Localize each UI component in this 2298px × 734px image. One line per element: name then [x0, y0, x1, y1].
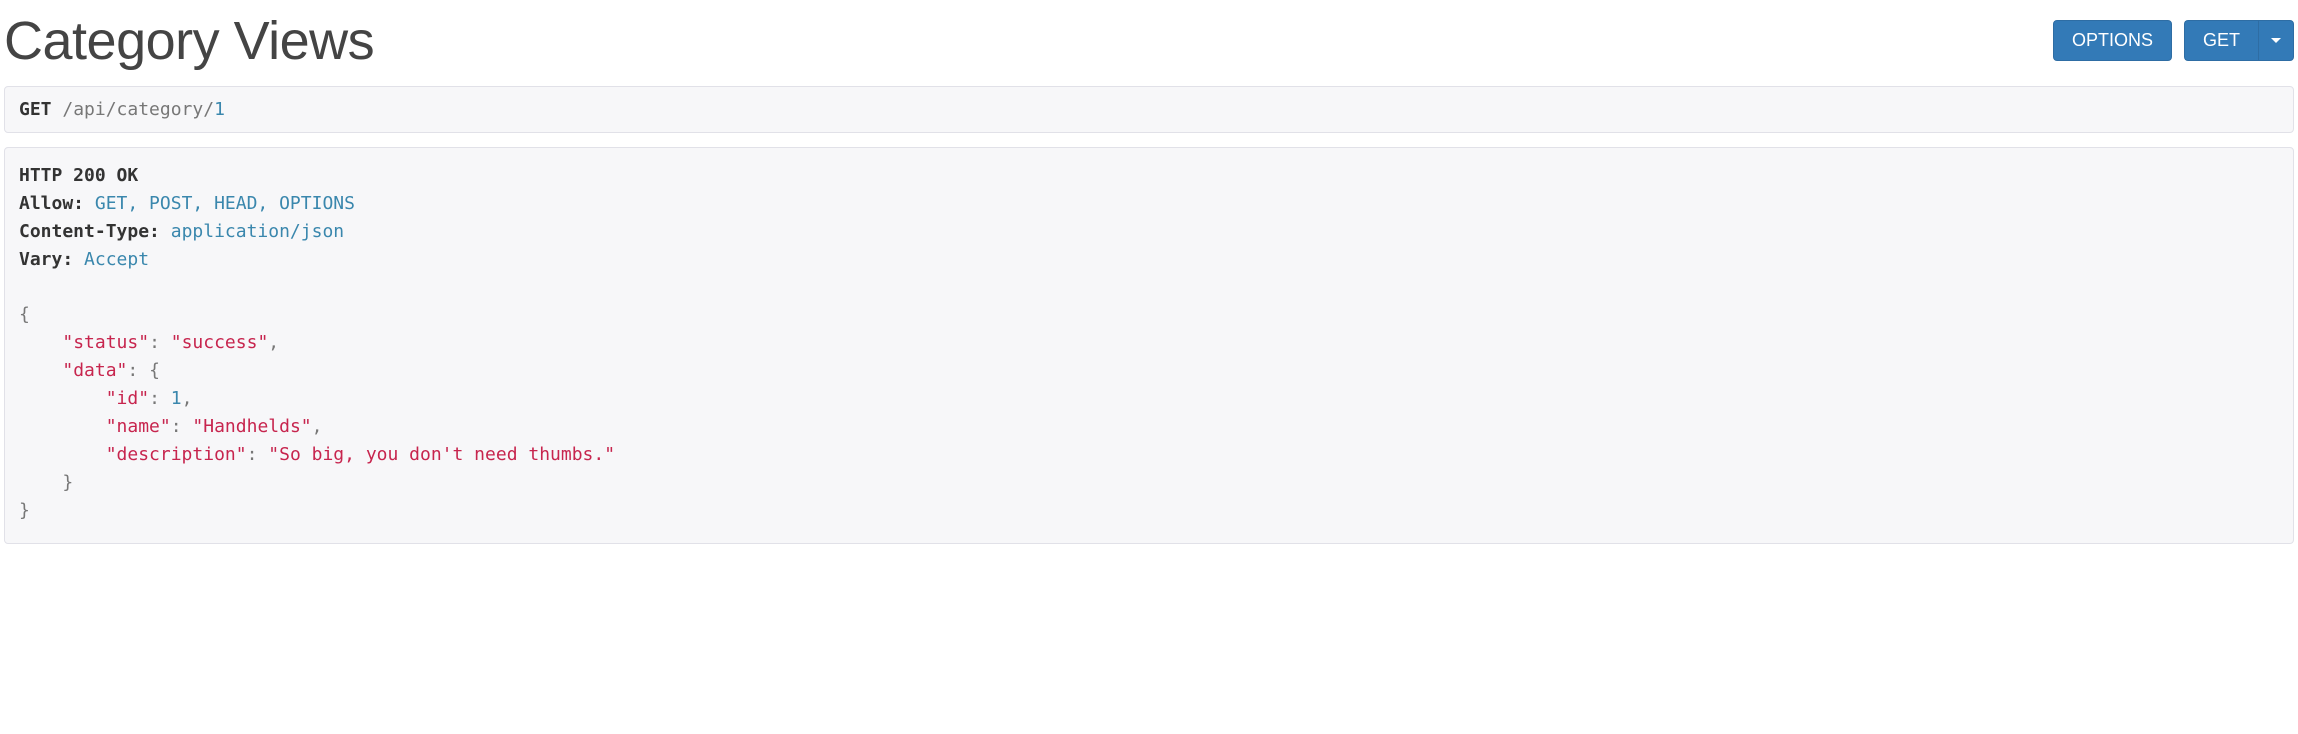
- json-data-key: "data": [62, 360, 127, 381]
- header-content-type-value: application/json: [160, 221, 344, 242]
- json-name-value: "Handhelds": [192, 416, 311, 437]
- request-path-prefix: /api/category/: [52, 99, 215, 120]
- json-id-key: "id": [106, 388, 149, 409]
- options-button[interactable]: OPTIONS: [2053, 20, 2172, 61]
- page-title: Category Views: [4, 10, 374, 72]
- header-vary-value: Accept: [73, 249, 149, 270]
- get-button[interactable]: GET: [2184, 20, 2258, 61]
- response-status-line: HTTP 200 OK: [19, 165, 138, 186]
- header-allow-value: GET, POST, HEAD, OPTIONS: [84, 193, 355, 214]
- request-method: GET: [19, 99, 52, 120]
- request-path-id: 1: [214, 99, 225, 120]
- header-allow-label: Allow:: [19, 193, 84, 214]
- json-id-value: 1: [171, 388, 182, 409]
- json-status-value: "success": [171, 332, 269, 353]
- json-description-key: "description": [106, 444, 247, 465]
- json-status-key: "status": [62, 332, 149, 353]
- header-vary-label: Vary:: [19, 249, 73, 270]
- json-name-key: "name": [106, 416, 171, 437]
- get-button-group: GET: [2184, 20, 2294, 61]
- json-description-value: "So big, you don't need thumbs.": [268, 444, 615, 465]
- response-block: HTTP 200 OK Allow: GET, POST, HEAD, OPTI…: [4, 147, 2294, 544]
- chevron-down-icon: [2271, 38, 2281, 43]
- action-button-group: OPTIONS GET: [2053, 10, 2294, 61]
- get-dropdown-toggle[interactable]: [2258, 20, 2294, 61]
- request-bar: GET /api/category/1: [4, 86, 2294, 133]
- header-content-type-label: Content-Type:: [19, 221, 160, 242]
